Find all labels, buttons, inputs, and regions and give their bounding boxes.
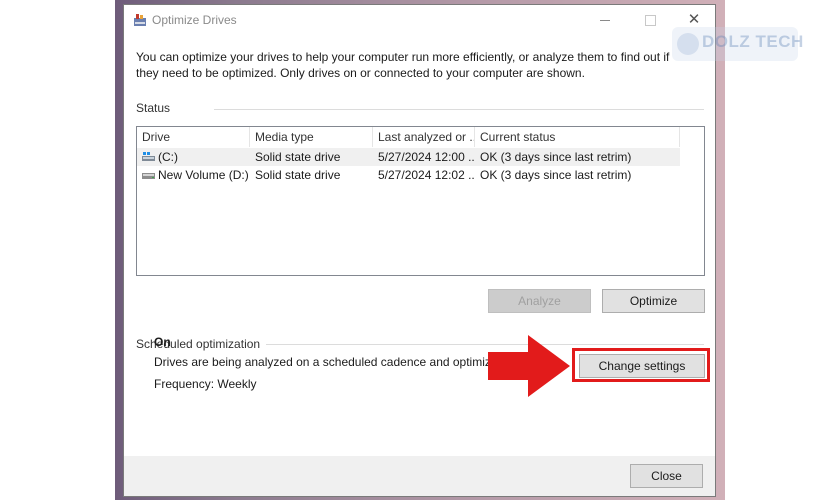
watermark-text: DOLZ TECH [702,32,804,51]
drive-current-status: OK (3 days since last retrim) [480,168,632,182]
drive-last-analyzed: 5/27/2024 12:00 ... [378,150,475,164]
drive-current-status: OK (3 days since last retrim) [480,150,632,164]
scheduled-divider [264,344,704,345]
status-divider [214,109,704,110]
optimize-drives-app-icon [134,14,146,26]
optimize-button[interactable]: Optimize [602,289,705,313]
drive-media-type: Solid state drive [255,150,341,164]
drive-media-type: Solid state drive [255,168,341,182]
maximize-button[interactable] [628,5,672,35]
drive-list-header: Drive Media type Last analyzed or ... Cu… [137,127,704,147]
drive-icon [142,172,155,179]
change-settings-highlight-box [572,348,710,382]
column-header-media-type[interactable]: Media type [250,127,373,147]
drive-list[interactable]: Drive Media type Last analyzed or ... Cu… [136,126,705,276]
close-icon: ✕ [687,11,701,28]
minimize-icon [600,20,610,22]
drive-row[interactable]: (C:) Solid state drive 5/27/2024 12:00 .… [137,148,680,166]
close-button[interactable]: Close [630,464,703,488]
window-description: You can optimize your drives to help you… [136,50,670,80]
title-bar[interactable]: Optimize Drives ✕ [124,5,715,35]
maximize-icon [644,15,656,27]
system-drive-icon [142,151,155,161]
schedule-frequency: Frequency: Weekly [154,377,257,391]
drive-row[interactable]: New Volume (D:) Solid state drive 5/27/2… [137,166,680,184]
minimize-button[interactable] [583,5,627,35]
drive-last-analyzed: 5/27/2024 12:02 ... [378,168,475,182]
status-group-label: Status [136,101,177,115]
schedule-description: Drives are being analyzed on a scheduled… [154,355,531,369]
column-header-last-analyzed[interactable]: Last analyzed or ... [373,127,475,147]
analyze-button[interactable]: Analyze [488,289,591,313]
optimize-drives-window: Optimize Drives ✕ You can optimize your … [123,4,716,497]
content-panel: You can optimize your drives to help you… [124,35,715,456]
drive-name: (C:) [158,150,178,164]
red-arrow-icon [488,335,570,397]
column-header-current-status[interactable]: Current status [475,127,680,147]
column-header-drive[interactable]: Drive [137,127,250,147]
schedule-state: On [154,335,171,349]
drive-name: New Volume (D:) [158,168,249,182]
window-title: Optimize Drives [152,13,237,27]
